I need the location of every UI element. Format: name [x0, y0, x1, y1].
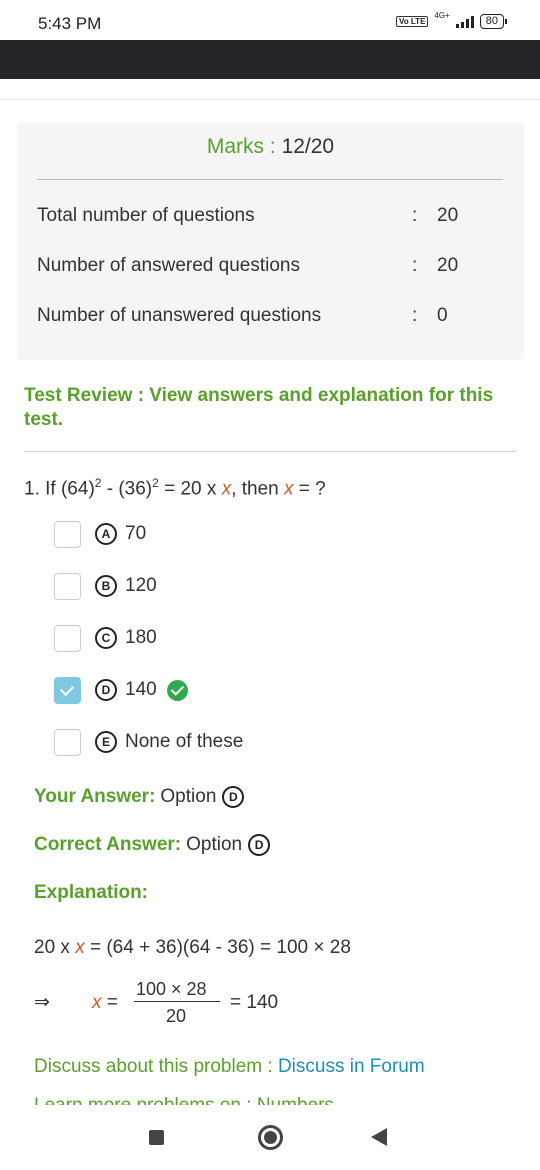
option-text: 180 [125, 627, 157, 648]
marks-label: Marks : [206, 135, 276, 158]
option-checkbox[interactable] [54, 520, 81, 548]
option-checkbox[interactable] [54, 624, 81, 652]
question-number: 1. [24, 478, 40, 500]
option-letter-d-icon: D [95, 679, 117, 701]
battery-icon: 80 [479, 14, 508, 29]
discuss-line: Discuss about this problem : Discuss in … [34, 1056, 425, 1078]
option-text: 120 [125, 575, 157, 596]
exponent: 2 [152, 476, 159, 490]
equation-part: 20 x [34, 937, 76, 958]
system-nav-bar [0, 1105, 540, 1170]
implies-symbol: ⇒ [34, 992, 50, 1013]
option-text: 70 [125, 523, 147, 544]
option-b[interactable]: B 120 [54, 572, 157, 600]
marks-title: Marks : 12/20 [17, 135, 524, 159]
home-icon[interactable] [258, 1125, 283, 1150]
correct-check-icon [166, 679, 188, 701]
option-letter-d-icon: D [248, 834, 271, 856]
correct-answer-text: Option [186, 834, 243, 855]
status-time: 5:43 PM [38, 14, 102, 33]
stat-label: Number of unanswered questions [37, 305, 322, 326]
correct-answer-label: Correct Answer: [34, 834, 182, 855]
your-answer-text: Option [160, 786, 217, 807]
question-part: , then [231, 478, 285, 500]
option-letter-c-icon: C [95, 627, 117, 649]
marks-value: 12/20 [281, 135, 335, 158]
variable: x [92, 992, 102, 1013]
divider [0, 99, 540, 100]
option-e[interactable]: E None of these [54, 728, 243, 756]
stat-value: 0 [437, 305, 448, 326]
stat-colon: : [412, 305, 418, 326]
back-icon[interactable] [371, 1128, 387, 1146]
question-part: - (36) [101, 478, 153, 500]
signal-icon [455, 15, 474, 28]
stat-value: 20 [437, 205, 459, 226]
option-checkbox[interactable] [54, 728, 81, 756]
option-c[interactable]: C 180 [54, 624, 157, 652]
variable: x [75, 937, 85, 958]
volte-icon: Vo LTE [396, 16, 429, 27]
stat-label: Number of answered questions [37, 255, 300, 276]
network-type: 4G+ [434, 11, 450, 20]
card-divider [37, 179, 503, 180]
discuss-in-forum-link[interactable]: Discuss in Forum [278, 1056, 425, 1077]
fraction-numerator: 100 × 28 [136, 979, 207, 999]
question-part: If (64) [45, 478, 95, 500]
option-letter-b-icon: B [95, 575, 117, 597]
explanation-equation-2-lhs: x = [92, 992, 118, 1014]
option-letter-d-icon: D [222, 786, 245, 808]
option-checkbox-checked[interactable] [54, 676, 81, 704]
fraction-bar [134, 1001, 220, 1002]
option-d[interactable]: D 140 [54, 676, 188, 704]
stat-colon: : [412, 255, 418, 276]
question-part: = 20 x [158, 478, 222, 500]
option-text: None of these [125, 731, 244, 752]
option-a[interactable]: A 70 [54, 520, 146, 548]
correct-answer: Correct Answer: Option D [34, 834, 271, 856]
status-icons: Vo LTE 4G+ 80 [396, 11, 508, 29]
stat-label: Total number of questions [37, 205, 255, 226]
question-part: = ? [293, 478, 326, 500]
recents-icon[interactable] [149, 1130, 164, 1145]
fraction-denominator: 20 [166, 1006, 187, 1026]
equation-part: = [101, 992, 118, 1013]
test-review-heading: Test Review : View answers and explanati… [24, 385, 494, 430]
content-area[interactable]: Marks : 12/20 Total number of questions … [0, 79, 540, 1105]
your-answer: Your Answer: Option D [34, 786, 245, 808]
option-letter-e-icon: E [95, 731, 117, 753]
option-text: 140 [125, 679, 157, 700]
status-bar: 5:43 PM Vo LTE 4G+ 80 [0, 0, 540, 40]
app-bar [0, 40, 540, 79]
section-divider [24, 451, 516, 452]
stat-value: 20 [437, 255, 459, 276]
equation-result: = 140 [230, 992, 279, 1013]
stat-colon: : [412, 205, 418, 226]
learn-more-link[interactable]: Learn more problems on : Numbers [34, 1095, 334, 1105]
equation-part: = (64 + 36)(64 - 36) = 100 × 28 [84, 937, 351, 958]
option-checkbox[interactable] [54, 572, 81, 600]
discuss-text: Discuss about this problem : [34, 1056, 278, 1077]
variable: x [221, 478, 232, 500]
summary-card: Marks : 12/20 Total number of questions … [17, 123, 524, 360]
question-text: 1. If (64)2 - (36)2 = 20 x x, then x = ? [24, 476, 326, 500]
explanation-equation-1: 20 x x = (64 + 36)(64 - 36) = 100 × 28 [34, 937, 351, 959]
option-letter-a-icon: A [95, 523, 117, 545]
explanation-title: Explanation: [34, 882, 149, 903]
variable: x [284, 478, 294, 500]
your-answer-label: Your Answer: [34, 786, 156, 807]
